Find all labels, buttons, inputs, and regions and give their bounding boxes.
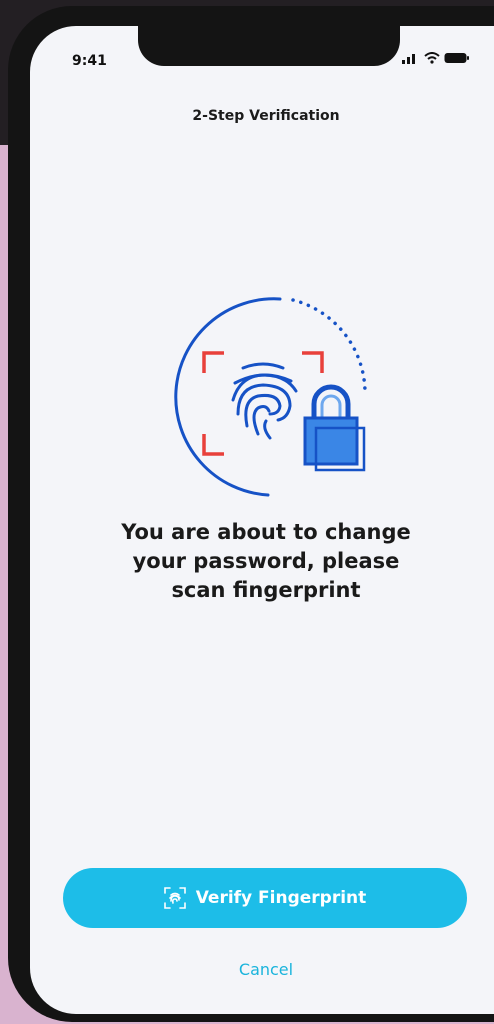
status-time: 9:41 — [72, 53, 107, 69]
verify-fingerprint-button[interactable]: Verify Fingerprint — [63, 868, 467, 928]
battery-icon — [444, 53, 469, 63]
message-line-1: You are about to change — [121, 520, 411, 544]
message-line-3: scan fingerprint — [171, 578, 361, 602]
verify-fingerprint-label: Verify Fingerprint — [195, 888, 367, 908]
phone-screen: 9:41 2-Step Verification You are about t… — [30, 26, 494, 1014]
instruction-message: You are about to change your password, p… — [90, 518, 442, 605]
signal-icon — [402, 54, 415, 64]
notch — [138, 26, 400, 66]
page-title: 2-Step Verification — [192, 108, 340, 124]
phone-frame: 9:41 2-Step Verification You are about t… — [8, 6, 494, 1022]
cancel-link[interactable]: Cancel — [30, 960, 494, 979]
fingerprint-scan-icon — [163, 887, 186, 909]
fingerprint-lock-icon — [174, 297, 367, 497]
message-line-2: your password, please — [132, 549, 400, 573]
wifi-icon — [424, 52, 440, 64]
status-icons — [402, 52, 470, 64]
